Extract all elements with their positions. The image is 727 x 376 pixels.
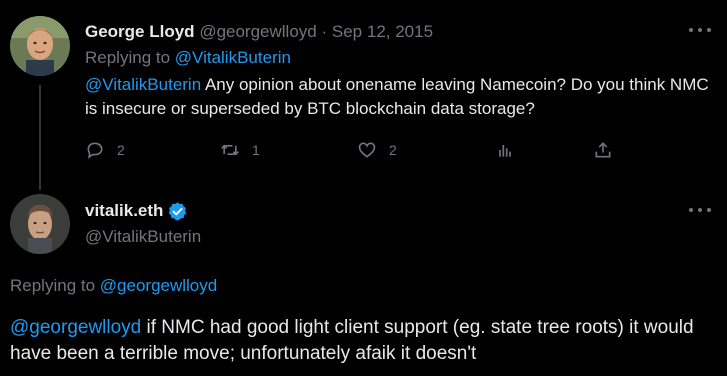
retweet-icon <box>221 144 239 156</box>
like-icon <box>358 142 376 158</box>
avatar[interactable] <box>10 194 70 254</box>
action-bar: 2 1 2 <box>85 140 625 164</box>
body-mention-link[interactable]: @VitalikButerin <box>85 75 201 94</box>
replying-to: Replying to @VitalikButerin <box>85 47 291 69</box>
verified-badge-icon[interactable] <box>167 201 188 222</box>
retweet-button[interactable]: 1 <box>220 140 260 160</box>
author-handle[interactable]: @VitalikButerin <box>85 226 201 248</box>
share-icon <box>595 142 611 158</box>
tweet-body: @VitalikButerin Any opinion about onenam… <box>85 73 715 121</box>
replying-prefix: Replying to <box>10 276 100 295</box>
views-icon <box>499 145 511 157</box>
like-button[interactable]: 2 <box>357 140 397 160</box>
replying-to: Replying to @georgewlloyd <box>10 275 217 297</box>
author-name[interactable]: vitalik.eth <box>85 200 163 222</box>
parent-tweet[interactable]: George Lloyd @georgewlloyd · Sep 12, 201… <box>0 0 727 190</box>
replying-prefix: Replying to <box>85 48 175 67</box>
tweet-header: George Lloyd @georgewlloyd · Sep 12, 201… <box>85 21 433 43</box>
tweet-body: @georgewlloyd if NMC had good light clie… <box>10 315 720 367</box>
retweet-count: 1 <box>252 142 260 158</box>
avatar[interactable] <box>10 16 70 76</box>
replying-handle-link[interactable]: @georgewlloyd <box>100 276 217 295</box>
avatar-george-lloyd-image <box>10 16 70 76</box>
avatar-vitalik-image <box>10 194 70 254</box>
replying-handle-link[interactable]: @VitalikButerin <box>175 48 291 67</box>
like-count: 2 <box>389 142 397 158</box>
tweet-date[interactable]: Sep 12, 2015 <box>332 22 433 41</box>
reply-button[interactable]: 2 <box>85 140 125 160</box>
author-name[interactable]: George Lloyd <box>85 22 195 41</box>
author-handle[interactable]: @georgewlloyd <box>199 22 316 41</box>
more-icon[interactable] <box>689 22 711 38</box>
reply-icon <box>87 142 103 159</box>
thread-connector-line <box>39 85 41 190</box>
body-mention-link[interactable]: @georgewlloyd <box>10 317 141 338</box>
share-button[interactable] <box>593 140 613 160</box>
main-tweet[interactable]: vitalik.eth @VitalikButerin Replying to … <box>0 188 727 376</box>
separator-dot: · <box>321 22 328 41</box>
more-icon[interactable] <box>689 202 711 218</box>
author-name-row: vitalik.eth <box>85 200 188 222</box>
reply-count: 2 <box>117 142 125 158</box>
views-button[interactable] <box>495 140 515 160</box>
